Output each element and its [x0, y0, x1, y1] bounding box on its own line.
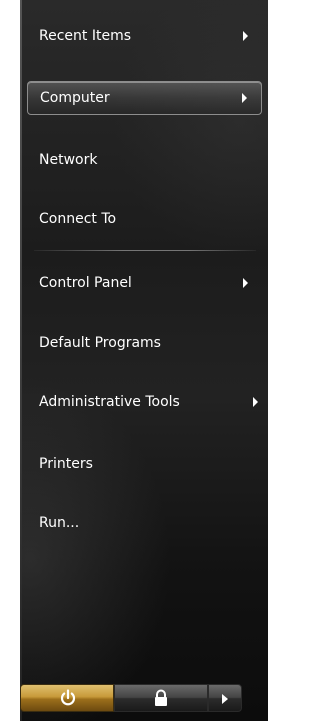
lock-button[interactable]: [114, 684, 208, 712]
menu-item-label: Administrative Tools: [39, 394, 180, 410]
menu-item-printers[interactable]: Printers: [27, 447, 262, 481]
menu-item-recent-items[interactable]: Recent Items: [27, 19, 262, 53]
menu-item-label: Connect To: [39, 211, 117, 227]
power-icon: [60, 689, 76, 706]
menu-item-run[interactable]: Run...: [27, 506, 262, 540]
menu-item-default-programs[interactable]: Default Programs: [27, 326, 262, 360]
menu-item-label: Run...: [39, 515, 80, 531]
chevron-right-icon: [222, 694, 228, 704]
menu-item-control-panel[interactable]: Control Panel: [27, 266, 262, 300]
lock-icon: [155, 689, 167, 706]
submenu-arrow-icon: [243, 31, 248, 41]
menu-item-connect-to[interactable]: Connect To: [27, 202, 262, 236]
submenu-arrow-icon: [253, 397, 258, 407]
menu-item-network[interactable]: Network: [27, 143, 262, 177]
menu-item-administrative-tools[interactable]: Administrative Tools: [27, 385, 262, 419]
start-menu-right-pane: Recent Items Computer Network Connect To…: [20, 0, 268, 721]
pane-edge: [20, 0, 22, 721]
menu-item-computer[interactable]: Computer: [27, 81, 262, 115]
shutdown-options-button[interactable]: [208, 684, 242, 712]
menu-item-label: Recent Items: [39, 28, 131, 44]
menu-separator: [34, 250, 256, 251]
menu-item-label: Default Programs: [39, 335, 161, 351]
menu-item-label: Control Panel: [39, 275, 132, 291]
submenu-arrow-icon: [243, 278, 248, 288]
submenu-arrow-icon: [242, 93, 247, 103]
power-button[interactable]: [20, 684, 114, 712]
menu-item-label: Network: [39, 152, 98, 168]
menu-item-label: Printers: [39, 456, 93, 472]
menu-item-label: Computer: [40, 90, 110, 106]
